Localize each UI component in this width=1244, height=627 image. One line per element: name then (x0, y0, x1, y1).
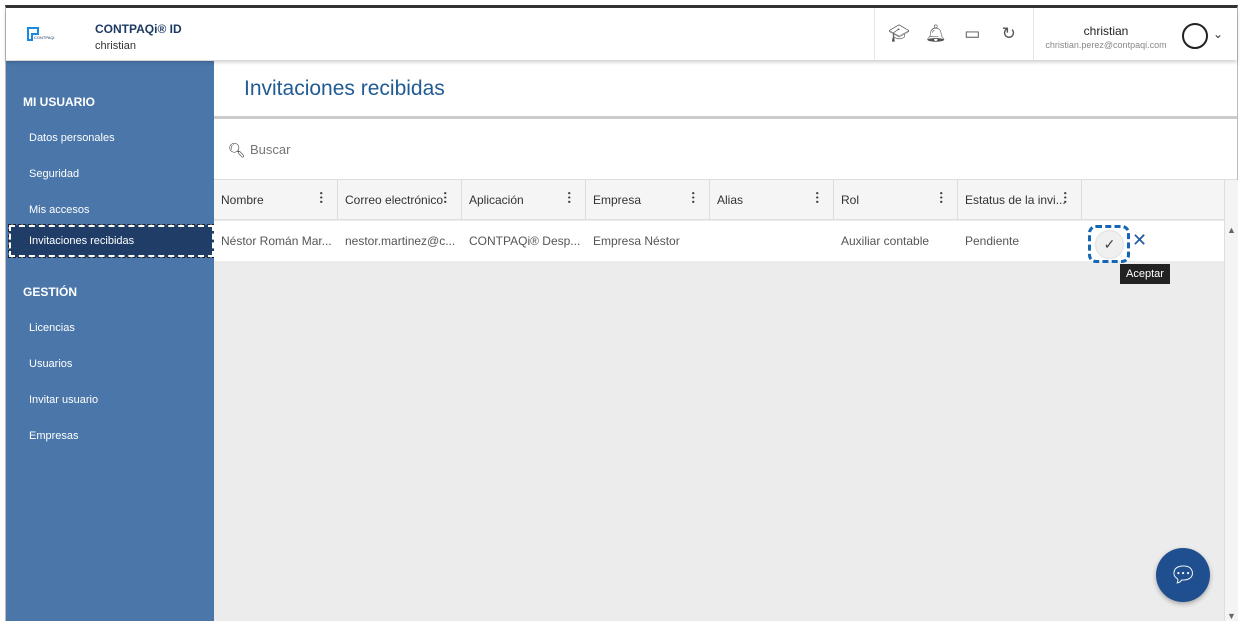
table-row[interactable]: Néstor Román Mar... nestor.martinez@c...… (214, 221, 1224, 263)
header-toolbar: 🎓︎ 🔔︎ ▭ ↻ (874, 8, 1034, 60)
sidebar-item-datos-personales[interactable]: Datos personales (29, 132, 115, 144)
sidebar-item-empresas[interactable]: Empresas (29, 430, 79, 442)
cell-rol: Auxiliar contable (841, 234, 930, 248)
column-header-aplicacion[interactable]: Aplicación ⋯ (462, 180, 586, 219)
svg-text:CONTPAQi: CONTPAQi (34, 35, 54, 40)
sidebar-section-gestion: GESTIÓN (23, 285, 78, 299)
column-header-alias[interactable]: Alias ⋯ (710, 180, 834, 219)
column-menu-icon[interactable]: ⋯ (1058, 191, 1073, 204)
sidebar-item-mis-accesos[interactable]: Mis accesos (29, 204, 90, 216)
contpaqi-logo: CONTPAQi (27, 27, 54, 41)
window-icon[interactable]: ▭ (961, 24, 983, 44)
cell-empresa: Empresa Néstor (593, 234, 680, 248)
vertical-scrollbar[interactable]: ▲ ▼ (1224, 180, 1238, 621)
sidebar-item-invitaciones-recibidas[interactable]: Invitaciones recibidas (8, 224, 215, 258)
app-window: CONTPAQi CONTPAQi® ID christian 🎓︎ 🔔︎ ▭ … (5, 5, 1238, 621)
sidebar-section-mi-usuario: MI USUARIO (23, 95, 95, 109)
cell-aplicacion: CONTPAQi® Desp... (469, 234, 581, 248)
sidebar-item-seguridad[interactable]: Seguridad (29, 168, 79, 180)
user-info[interactable]: christian christian.perez@contpaqi.com (1036, 8, 1176, 60)
top-header: CONTPAQi CONTPAQi® ID christian 🎓︎ 🔔︎ ▭ … (6, 8, 1237, 60)
column-header-empresa[interactable]: Empresa ⋯ (586, 180, 710, 219)
column-label: Empresa (593, 193, 642, 207)
reject-close-icon[interactable]: ✕ (1132, 230, 1147, 251)
title-bar: Invitaciones recibidas (214, 61, 1237, 119)
refresh-icon[interactable]: ↻ (998, 24, 1020, 44)
column-label: Rol (841, 193, 860, 207)
sidebar: MI USUARIO Datos personales Seguridad Mi… (6, 61, 215, 621)
column-menu-icon[interactable]: ⋯ (438, 191, 453, 204)
column-header-rol[interactable]: Rol ⋯ (834, 180, 958, 219)
column-menu-icon[interactable]: ⋯ (934, 191, 949, 204)
chat-button[interactable]: 💬︎ (1156, 548, 1210, 602)
column-menu-icon[interactable]: ⋯ (562, 191, 577, 204)
chat-bubble-icon: 💬︎ (1169, 562, 1197, 587)
search-icon: 🔍︎ (228, 142, 246, 158)
search-bar: 🔍︎ (214, 124, 1237, 180)
page-title: Invitaciones recibidas (244, 77, 445, 100)
cell-alias (710, 221, 834, 261)
column-menu-icon[interactable]: ⋯ (314, 191, 329, 204)
column-label: Alias (717, 193, 744, 207)
column-menu-icon[interactable]: ⋯ (686, 191, 701, 204)
graduation-cap-icon[interactable]: 🎓︎ (888, 24, 910, 44)
scroll-down-icon[interactable]: ▼ (1227, 611, 1236, 621)
column-label: Aplicación (469, 193, 524, 207)
column-header-correo[interactable]: Correo electrónico ⋯ (338, 180, 462, 219)
invitations-table: Nombre ⋯ Correo electrónico ⋯ Aplicación ⋯ … (214, 180, 1224, 621)
cell-nombre: Néstor Román Mar... (221, 234, 332, 248)
cell-estatus: Pendiente (965, 234, 1020, 248)
check-icon: ✓ (1096, 231, 1123, 258)
app-user: christian (95, 40, 136, 52)
table-header: Nombre ⋯ Correo electrónico ⋯ Aplicación ⋯ … (214, 180, 1224, 220)
column-header-actions (1082, 180, 1224, 219)
column-header-nombre[interactable]: Nombre ⋯ (214, 180, 338, 219)
tooltip-aceptar: Aceptar (1120, 264, 1170, 284)
column-label: Correo electrónico (345, 193, 444, 207)
accept-button[interactable]: ✓ (1088, 225, 1130, 263)
sidebar-item-licencias[interactable]: Licencias (29, 322, 75, 334)
cell-correo: nestor.martinez@c... (345, 234, 456, 248)
app-name: CONTPAQi® ID (95, 22, 182, 36)
avatar-icon[interactable] (1182, 23, 1208, 49)
sidebar-item-usuarios[interactable]: Usuarios (29, 358, 72, 370)
user-name: christian (1083, 24, 1129, 38)
column-label: Nombre (221, 193, 264, 207)
scroll-up-icon[interactable]: ▲ (1227, 225, 1236, 235)
column-label: Estatus de la invi... (965, 193, 1066, 207)
chevron-down-icon[interactable]: ⌄ (1213, 27, 1223, 41)
column-header-estatus[interactable]: Estatus de la invi... ⋯ (958, 180, 1082, 219)
user-email: christian.perez@contpaqi.com (1045, 40, 1167, 50)
sidebar-item-invitar-usuario[interactable]: Invitar usuario (29, 394, 98, 406)
search-input[interactable] (250, 142, 426, 157)
column-menu-icon[interactable]: ⋯ (810, 191, 825, 204)
bell-icon[interactable]: 🔔︎ (925, 24, 947, 44)
